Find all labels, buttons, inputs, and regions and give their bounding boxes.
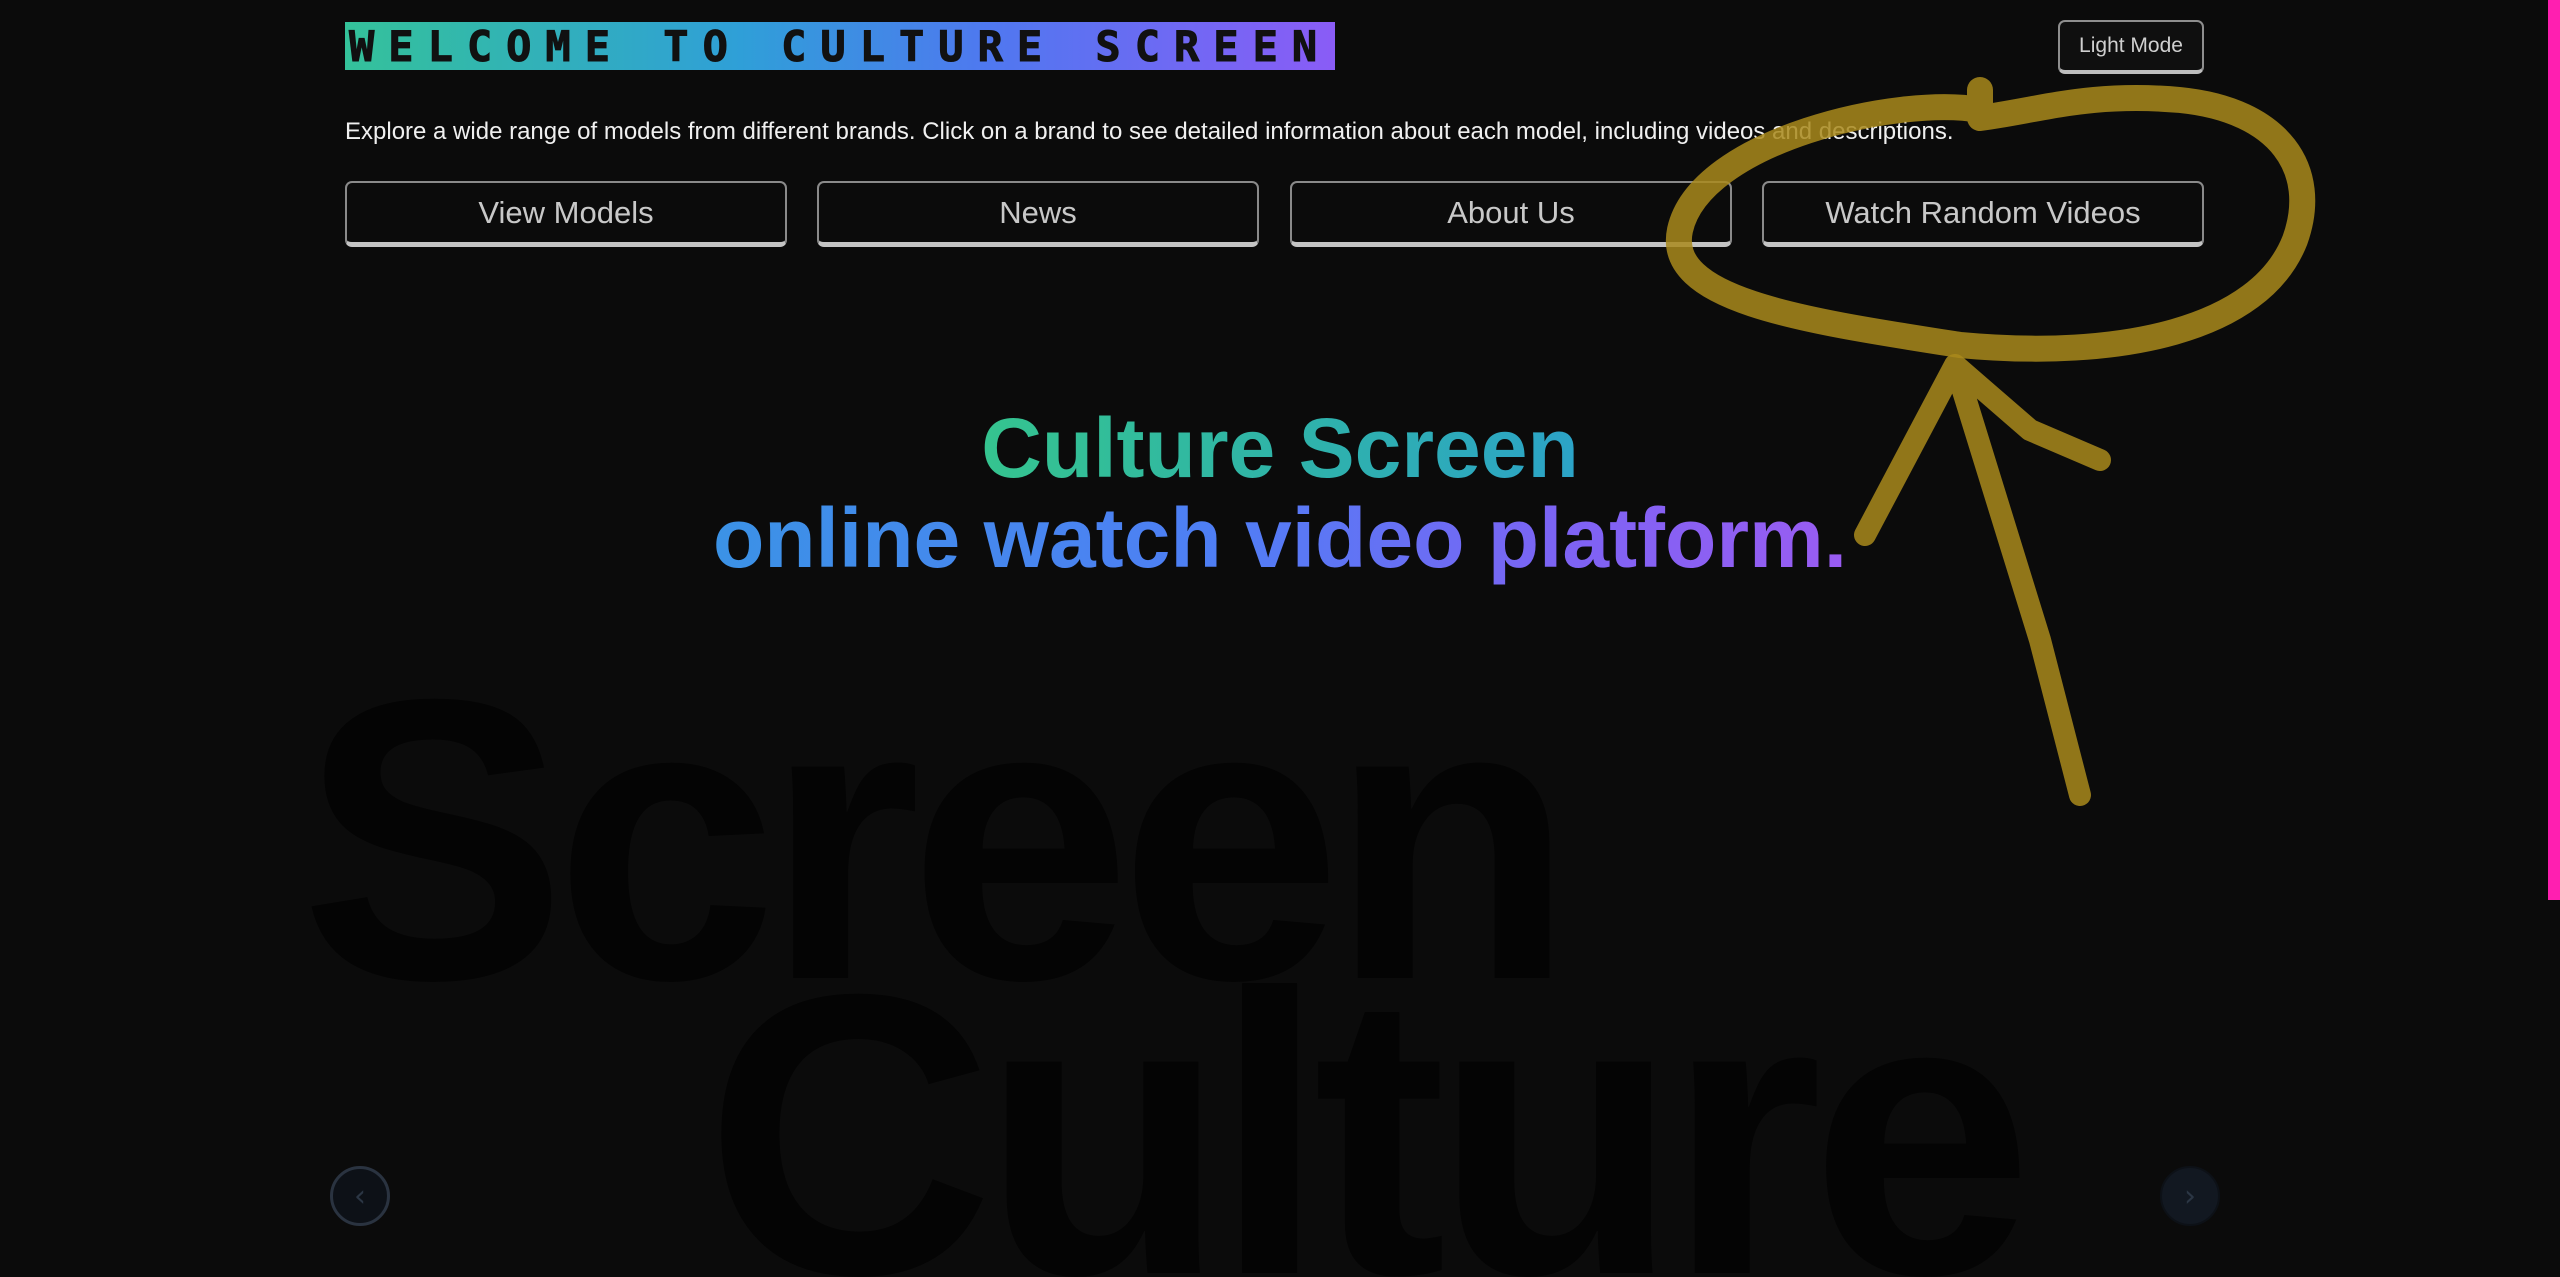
view-models-button[interactable]: View Models (345, 181, 787, 247)
watch-random-videos-button[interactable]: Watch Random Videos (1762, 181, 2204, 247)
hero-subtitle: online watch video platform. (0, 488, 2560, 588)
hero-title: Culture Screen (0, 398, 2560, 498)
light-mode-button[interactable]: Light Mode (2058, 20, 2204, 74)
chevron-left-icon: ‹ (354, 1178, 366, 1214)
background-word-culture: Culture (705, 911, 2033, 1277)
site-title: WELCOME TO CULTURE SCREEN (345, 21, 1336, 71)
intro-text: Explore a wide range of models from diff… (345, 118, 1954, 145)
scrollbar-thumb[interactable] (2548, 0, 2560, 900)
hero-title-text: Culture Screen (981, 401, 1579, 495)
chevron-right-icon: › (2184, 1178, 2196, 1214)
hero-subtitle-text: online watch video platform. (712, 491, 1848, 585)
about-us-button[interactable]: About Us (1290, 181, 1732, 247)
carousel-prev-button[interactable]: ‹ (330, 1166, 390, 1226)
carousel-next-button[interactable]: › (2160, 1166, 2220, 1226)
news-button[interactable]: News (817, 181, 1259, 247)
